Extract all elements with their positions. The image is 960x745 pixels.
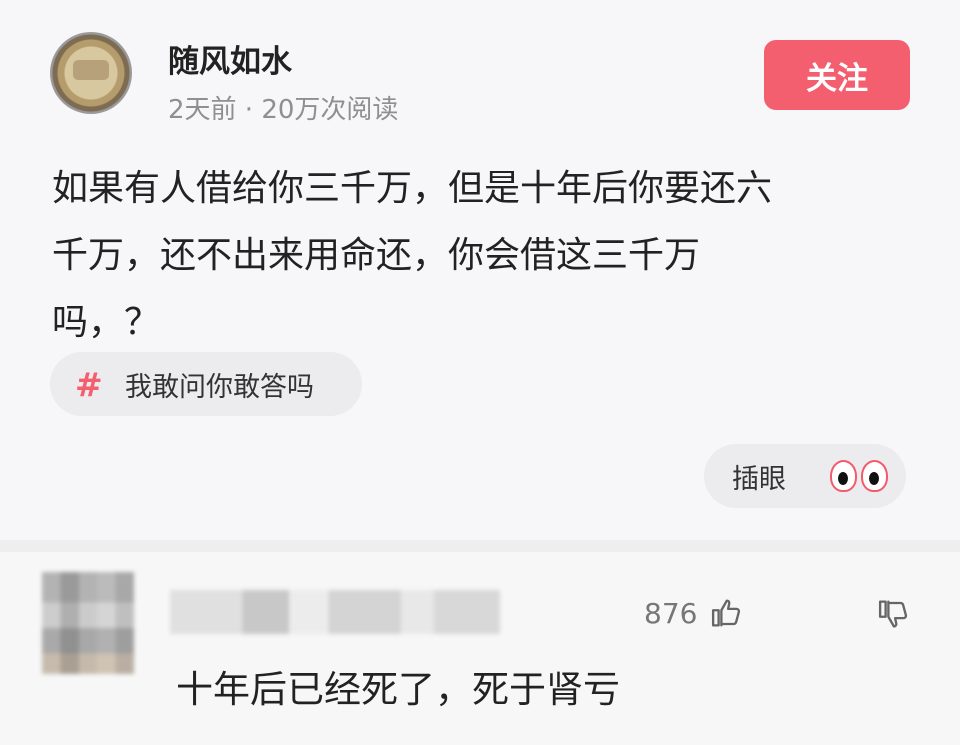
left-eye-icon	[830, 460, 857, 492]
post-content-line: 千万，还不出来用命还，你会借这三千万	[52, 235, 701, 276]
reaction-button[interactable]: 插眼	[704, 444, 906, 508]
section-divider	[0, 540, 960, 552]
comment-like-count: 876	[644, 596, 698, 630]
hashtag-icon: #	[75, 364, 103, 404]
topic-tag-label: 我敢问你敢答吗	[125, 371, 314, 403]
comment-item: 876 十年后已经死了，死于肾亏	[0, 552, 960, 745]
thumbs-up-icon[interactable]	[709, 595, 742, 631]
author-name[interactable]: 随风如水	[168, 42, 292, 82]
reaction-label: 插眼	[732, 463, 786, 495]
topic-tag[interactable]: # 我敢问你敢答吗	[50, 352, 362, 416]
commenter-avatar-blurred[interactable]	[42, 572, 134, 674]
comment-like-control[interactable]: 876	[644, 594, 742, 632]
post-meta: 2天前 · 20万次阅读	[168, 95, 399, 125]
post-content-line: 吗，？	[52, 302, 161, 343]
post-card: 随风如水 2天前 · 20万次阅读 关注 如果有人借给你三千万，但是十年后你要还…	[0, 0, 960, 540]
post-content: 如果有人借给你三千万，但是十年后你要还六 千万，还不出来用命还，你会借这三千万 …	[52, 155, 902, 356]
avatar-image-detail	[73, 60, 109, 80]
thumbs-down-icon[interactable]	[876, 596, 909, 632]
commenter-name-blurred[interactable]	[170, 590, 500, 634]
right-eye-icon	[861, 460, 888, 492]
post-content-line: 如果有人借给你三千万，但是十年后你要还六	[52, 168, 773, 209]
follow-button[interactable]: 关注	[764, 40, 910, 110]
author-avatar[interactable]	[50, 32, 132, 114]
comment-text: 十年后已经死了，死于肾亏	[176, 668, 620, 711]
eyes-icon	[820, 446, 898, 506]
